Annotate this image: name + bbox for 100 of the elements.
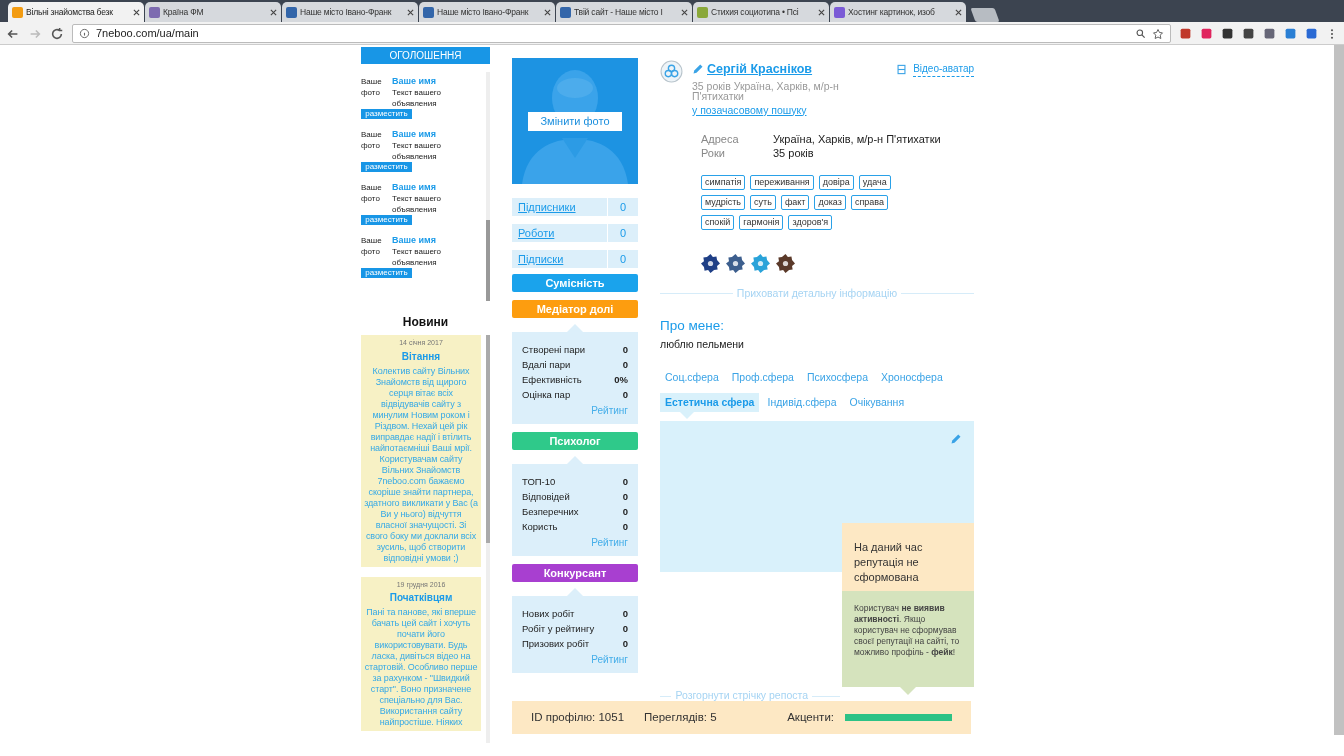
ads-scrollbar[interactable] [486,220,490,301]
close-icon[interactable] [270,8,277,16]
profile-name-link[interactable]: Сергій Красніков [707,60,813,79]
profile-summary: 35 років Україна, Харків, м/р-н П'ятихатки [692,80,840,101]
search-status-link[interactable]: у позачасовому пошуку [692,102,974,119]
star-icon[interactable] [1152,27,1164,40]
section-button[interactable]: Психолог [512,432,638,450]
extension-icon[interactable] [1242,27,1255,40]
stat-label: Вдалі пари [522,358,571,372]
ad-name[interactable]: Ваше имя [392,235,436,246]
video-avatar-link[interactable]: Відео-аватар [913,61,974,78]
about-heading: Про мене: [660,317,725,336]
tag[interactable]: факт [780,194,810,210]
place-ad-button[interactable]: разместить [361,268,412,278]
browser-tab[interactable]: Стихия социотипа • Псі [693,2,829,22]
reload-icon[interactable] [50,26,64,41]
avatar-icon[interactable] [660,60,683,83]
tab-title: Хостинг картинок, изоб [848,5,936,19]
tag[interactable]: здоров'я [788,214,833,230]
section-button[interactable]: Конкурсант [512,564,638,582]
section-button[interactable]: Сумісність [512,274,638,292]
tag[interactable]: довіра [818,174,854,190]
news-text: Пані та панове, які вперше бачать цей сайт і хочуть почати його використовувати. Будь ласка, дивіться відео на стартовій. Особливо перше за рахунком - "Швидкий старт". Воно призначене спеціально для Вас. Використання сайту найпростіше. Ніяких [364,607,478,728]
stat-label: Робіт у рейтингу [522,622,595,636]
tag[interactable]: переживання [750,174,814,190]
stat-value: 0 [622,622,628,636]
tag[interactable]: удача [858,174,891,190]
news-text: Колектив сайту Вільних Знайомств від щирого серця вітає всіх відвідувачів сайту з минулим Новим роком і Різдвом. Нехай цей рік виправдає надії і втілить найпотаємніші Ваші мрії. Користувачам сайту Вільних Знайомств 7neboo.com бажаємо скоріше знайти партнера, здатного викликати у Вас (а Ви у нього) відчуття власної значущості. Зі свого боку ми доклали всіх зусиль, щоб створити відповідні умови ;) [364,365,478,564]
tag[interactable]: мудрість [701,194,746,210]
news-title[interactable]: Вітання [364,348,478,364]
rating-link[interactable]: Рейтинг [591,403,628,418]
stat-value: 0 [622,343,628,357]
ad-name[interactable]: Ваше имя [392,76,436,87]
tag[interactable]: доказ [814,194,846,210]
sphere-tab[interactable]: Очікування [844,393,910,413]
reputation-title: На даний час репутація не сформована [842,523,974,591]
place-ad-button[interactable]: разместить [361,162,412,172]
social-icon[interactable] [776,253,795,273]
stat-label: Ефективність [522,373,582,387]
url-text: 7neboo.com/ua/main [96,26,200,42]
tab-title: Наше місто Івано-Франк [300,5,393,19]
pencil-icon[interactable] [692,63,704,76]
stat-label: Нових робіт [522,607,575,621]
tag[interactable]: гармонія [739,214,784,230]
about-text: люблю пельмени [660,336,745,352]
browser-tab[interactable]: Наше місто Івано-Франк [419,2,555,22]
sphere-tab[interactable]: Хроносфера [876,368,948,388]
info-icon[interactable] [79,28,90,39]
close-icon[interactable] [133,8,140,16]
close-icon[interactable] [544,8,551,16]
sphere-tab[interactable]: Психосфера [801,368,873,388]
scrollbar[interactable] [1334,45,1344,735]
news-title[interactable]: Початківцям [364,590,478,605]
stat-label: Призових робіт [522,637,590,651]
tag[interactable]: симпатія [701,174,746,190]
rating-link[interactable]: Рейтинг [591,535,628,550]
sphere-tab[interactable]: Індивід.сфера [762,393,842,413]
address-bar[interactable]: 7neboo.com/ua/main [72,24,1171,43]
place-ad-button[interactable]: разместить [361,109,412,119]
film-icon[interactable] [896,63,908,75]
detail-value: 35 років [773,145,815,160]
ad-text: Текст вашего объявления [392,87,443,109]
tab-favicon-icon [12,6,23,18]
place-ad-button[interactable]: разместить [361,215,412,225]
photo-label: Ваше фото [361,236,382,256]
tag[interactable]: спокій [701,214,735,230]
zoom-icon[interactable] [1135,28,1146,39]
sphere-tab[interactable]: Проф.сфера [726,368,799,388]
ad-name[interactable]: Ваше имя [392,129,436,140]
counter-link[interactable]: Підписники [512,198,608,216]
ad-name[interactable]: Ваше имя [392,182,436,193]
rating-link[interactable]: Рейтинг [591,652,628,667]
repost-feed-link[interactable]: Розгорнути стрічку репоста [675,688,808,704]
social-icon[interactable] [726,253,745,273]
browser-tab[interactable]: Твій сайт - Наше місто І [556,2,692,22]
close-icon[interactable] [407,8,414,16]
stat-value: 0 [622,475,628,489]
browser-tab[interactable]: Наше місто Івано-Франк [282,2,418,22]
counter-link[interactable]: Підписки [512,250,608,268]
social-icon[interactable] [701,253,720,273]
photo-label: Ваше фото [361,130,382,150]
section-button[interactable]: Медіатор долі [512,300,638,318]
tag[interactable]: суть [750,194,776,210]
browser-tab[interactable]: Хостинг картинок, изоб [830,2,966,22]
news-scrollbar[interactable] [486,335,490,543]
browser-tab[interactable]: Країна ФМ [145,2,281,22]
close-icon[interactable] [818,8,825,16]
new-tab-button[interactable] [970,8,1000,22]
close-icon[interactable] [681,8,688,16]
counter-link[interactable]: Роботи [512,224,608,242]
extension-icon[interactable] [1263,27,1276,40]
sphere-tab[interactable]: Соц.сфера [660,368,724,388]
hide-details-link[interactable]: Приховати детальну інформацію [736,285,898,302]
close-icon[interactable] [955,8,962,16]
browser-tab[interactable]: Вільні знайомства безк [8,2,144,22]
tag[interactable]: справа [850,194,888,210]
detail-label: Роки [701,145,726,160]
extension-icon[interactable] [1221,27,1234,40]
extension-icon[interactable] [1179,27,1192,40]
accents-label: Акценти: [787,709,834,725]
